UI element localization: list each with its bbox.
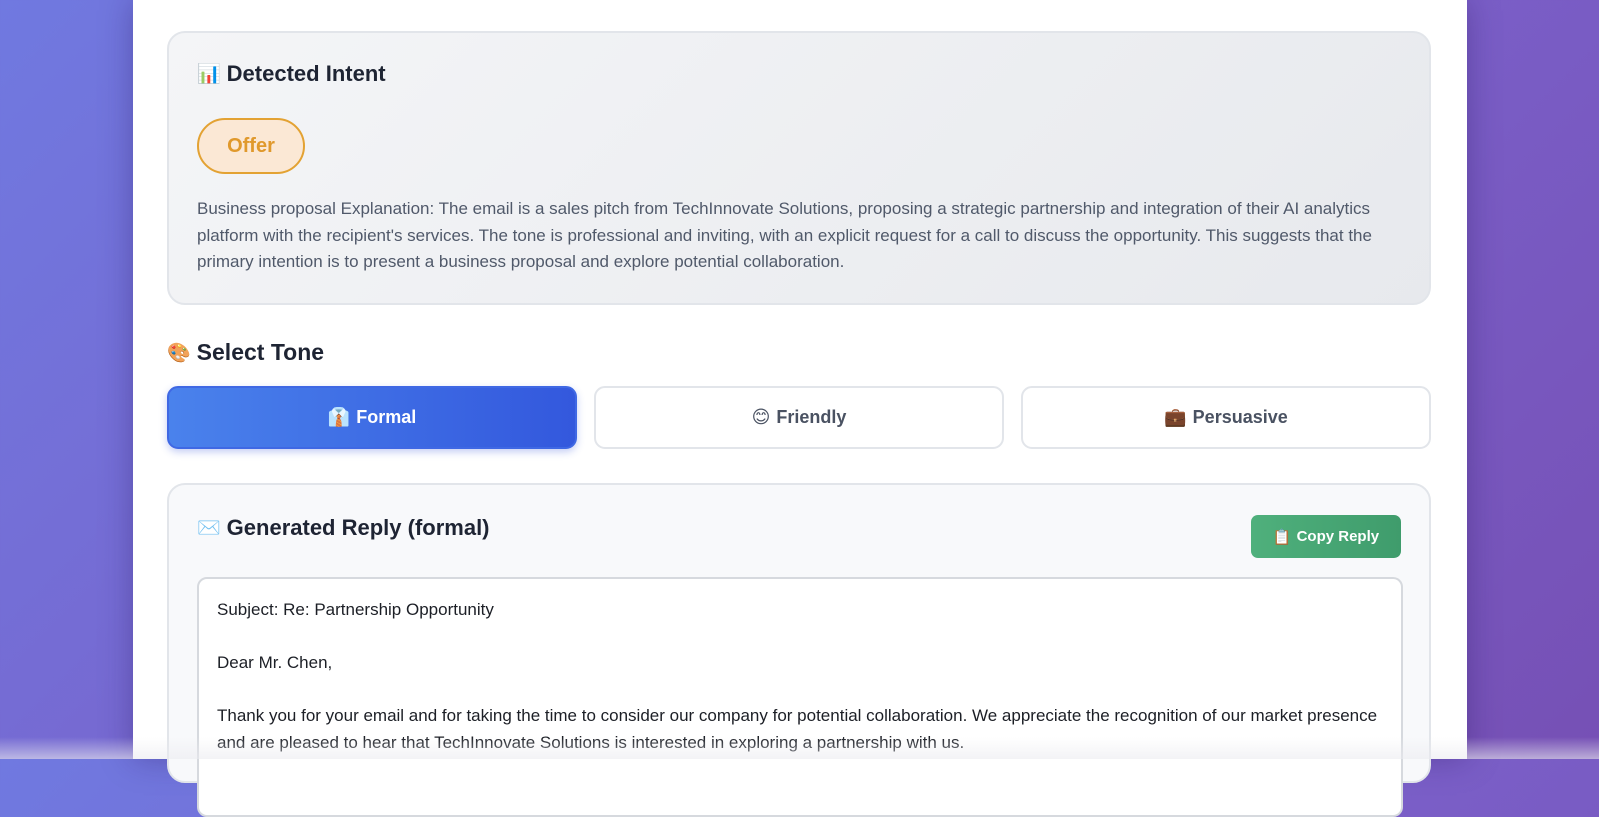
intent-badge: Offer bbox=[197, 118, 305, 174]
tone-persuasive-label: Persuasive bbox=[1192, 407, 1288, 427]
reply-subject-line: Subject: Re: Partnership Opportunity bbox=[217, 600, 494, 619]
intent-title: Detected Intent bbox=[226, 61, 386, 86]
copy-reply-button[interactable]: 📋 Copy Reply bbox=[1251, 515, 1401, 558]
intent-header: 📊 Detected Intent bbox=[197, 61, 386, 87]
clipboard-icon: 📋 bbox=[1272, 528, 1292, 546]
envelope-icon: ✉️ bbox=[197, 518, 221, 539]
briefcase-icon: 💼 bbox=[1164, 407, 1187, 427]
smiley-icon: 😊 bbox=[751, 407, 771, 427]
detected-intent-panel: 📊 Detected Intent Offer Business proposa… bbox=[167, 31, 1431, 305]
reply-header: ✉️ Generated Reply (formal) bbox=[197, 515, 490, 541]
reply-title: Generated Reply (formal) bbox=[226, 515, 490, 540]
reply-textarea[interactable]: Subject: Re: Partnership Opportunity Dea… bbox=[197, 577, 1403, 817]
tone-selector: 👔 Formal 😊 Friendly 💼 Persuasive bbox=[167, 386, 1431, 449]
tone-persuasive-button[interactable]: 💼 Persuasive bbox=[1021, 386, 1431, 449]
reply-greeting-line: Dear Mr. Chen, bbox=[217, 653, 333, 672]
copy-reply-label: Copy Reply bbox=[1296, 528, 1380, 545]
tone-formal-button[interactable]: 👔 Formal bbox=[167, 386, 577, 449]
tone-friendly-label: Friendly bbox=[776, 407, 847, 427]
palette-icon: 🎨 bbox=[167, 342, 191, 364]
intent-explanation: Business proposal Explanation: The email… bbox=[197, 199, 1372, 271]
tone-formal-label: Formal bbox=[356, 407, 417, 427]
necktie-icon: 👔 bbox=[327, 407, 351, 427]
tone-friendly-button[interactable]: 😊 Friendly bbox=[594, 386, 1004, 449]
main-card: 📊 Detected Intent Offer Business proposa… bbox=[133, 0, 1467, 817]
tone-title: Select Tone bbox=[196, 339, 325, 365]
reply-body-paragraph: Thank you for your email and for taking … bbox=[217, 706, 1378, 752]
tone-header: 🎨 Select Tone bbox=[167, 339, 324, 366]
bar-chart-icon: 📊 bbox=[197, 64, 221, 85]
generated-reply-panel: ✉️ Generated Reply (formal) 📋 Copy Reply… bbox=[167, 483, 1431, 817]
